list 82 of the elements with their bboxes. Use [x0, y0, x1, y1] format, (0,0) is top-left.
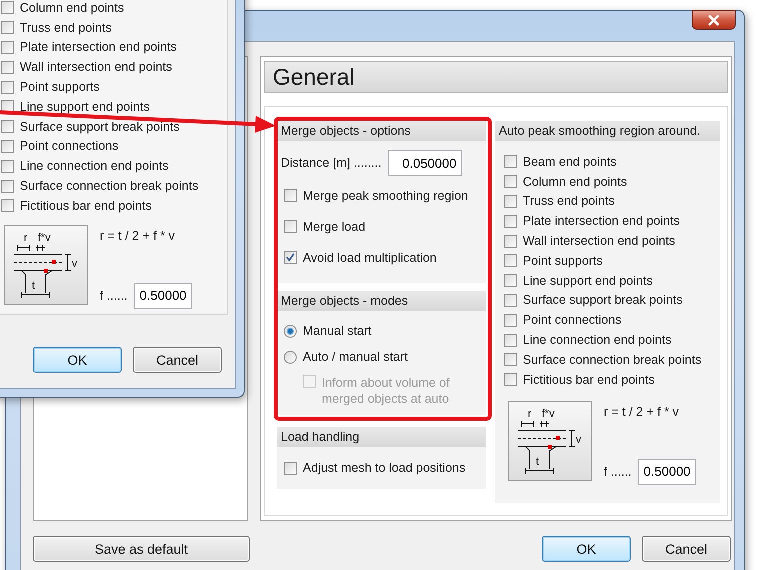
checkbox-label: Fictitious bar end points: [523, 372, 656, 387]
factor-label: f ......: [604, 464, 632, 479]
checkbox[interactable]: [504, 294, 517, 307]
checkbox-label: Plate intersection end points: [523, 214, 680, 228]
checkbox-label: Surface support break points: [20, 120, 180, 134]
page-title: General: [264, 61, 728, 93]
checkbox[interactable]: [1, 120, 14, 134]
checkbox-label: Truss end points: [523, 194, 615, 208]
checkbox[interactable]: [504, 194, 517, 208]
diagram-button[interactable]: r f*v v t: [4, 224, 88, 305]
checkbox-label: Column end points: [523, 174, 628, 189]
section-header: Merge objects - options: [277, 121, 486, 141]
checkbox-label: Surface connection break points: [523, 352, 702, 367]
section-header: Auto peak smoothing region around.: [495, 121, 720, 141]
checkbox-label: Adjust mesh to load positions: [303, 461, 466, 475]
checkbox[interactable]: [504, 155, 517, 168]
checkbox-label: Point connections: [523, 313, 622, 328]
checkbox[interactable]: [284, 251, 297, 264]
checkbox-label: Merge load: [303, 220, 366, 234]
factor-label: f ......: [100, 288, 128, 303]
radio-button[interactable]: [284, 324, 297, 338]
checkbox[interactable]: [504, 353, 517, 366]
checkbox[interactable]: [1, 80, 14, 94]
distance-field[interactable]: 0.050000: [388, 150, 462, 176]
checkbox-label: Merge peak smoothing region: [303, 188, 468, 202]
checkbox[interactable]: [1, 1, 14, 14]
checkbox-label: Fictitious bar end points: [20, 198, 152, 213]
checkbox-label: Point supports: [523, 254, 603, 268]
distance-label: Distance [m] ........: [281, 156, 382, 170]
checkbox[interactable]: [504, 175, 517, 188]
section-drawing: r f*v v t: [514, 406, 586, 475]
checkbox[interactable]: [504, 373, 517, 386]
checkbox-label: Point supports: [20, 80, 100, 94]
diagram-button[interactable]: r f*v v t: [508, 400, 592, 481]
checkbox-label: Line support end points: [523, 274, 653, 288]
dialog-button[interactable]: OK: [33, 347, 122, 373]
formula-text: r = t / 2 + f * v: [100, 228, 176, 243]
radio-label: Auto / manual start: [303, 350, 408, 364]
close-icon: [708, 14, 720, 26]
radio-label: Manual start: [303, 324, 372, 338]
dialog-button[interactable]: OK: [542, 536, 631, 562]
checkbox[interactable]: [504, 314, 517, 327]
checkbox[interactable]: [284, 189, 297, 202]
section-drawing: r f*v v t: [10, 230, 82, 299]
checkbox[interactable]: [504, 334, 517, 347]
formula-text: r = t / 2 + f * v: [604, 404, 680, 419]
checkbox[interactable]: [504, 254, 517, 268]
checkbox[interactable]: [504, 234, 517, 248]
checkbox-label: Line connection end points: [20, 159, 169, 174]
checkbox-label: Truss end points: [20, 20, 112, 35]
section-header: Merge objects - modes: [277, 291, 486, 311]
checkbox-label: Avoid load multiplication: [303, 250, 437, 264]
checkbox-label: Wall intersection end points: [523, 234, 676, 248]
factor-field[interactable]: 0.50000: [638, 458, 696, 485]
close-button[interactable]: [692, 10, 736, 30]
factor-field[interactable]: 0.50000: [134, 282, 192, 309]
dialog-button[interactable]: Cancel: [133, 347, 222, 373]
checkbox[interactable]: [1, 21, 14, 34]
checkbox-label: Beam end points: [523, 154, 617, 169]
checkbox-label: Inform about volume of merged objects at auto: [322, 375, 451, 407]
section-header: Load handling: [277, 427, 486, 447]
checkbox-label: Plate intersection end points: [20, 40, 178, 54]
checkbox[interactable]: [504, 274, 517, 288]
checkbox-label: Line connection end points: [523, 333, 672, 348]
checkbox[interactable]: [284, 462, 297, 474]
checkbox[interactable]: [504, 214, 517, 228]
checkbox[interactable]: [1, 60, 14, 74]
checkbox-label: Surface connection break points: [20, 179, 199, 194]
checkbox[interactable]: [1, 160, 14, 173]
checkbox[interactable]: [1, 140, 14, 153]
checkbox-label: Point connections: [20, 139, 119, 154]
checkbox[interactable]: [1, 180, 14, 193]
checkbox-label: Wall intersection end points: [20, 60, 172, 74]
dialog-button[interactable]: Cancel: [642, 536, 731, 562]
radio-button[interactable]: [284, 350, 297, 364]
checkbox[interactable]: [1, 40, 14, 54]
checkbox-label: Surface support break points: [523, 293, 683, 308]
checkbox-label: Column end points: [20, 0, 124, 15]
checkbox[interactable]: [284, 220, 297, 233]
checkbox[interactable]: [1, 199, 14, 212]
save-default-button[interactable]: Save as default: [33, 536, 250, 562]
checkbox-label: Line support end points: [20, 100, 150, 114]
